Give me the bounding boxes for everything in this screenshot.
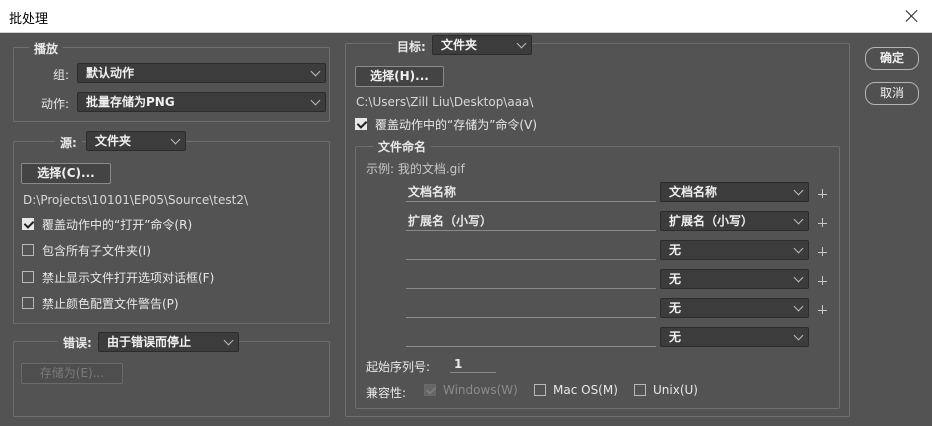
naming-select-1[interactable]: 文档名称 (660, 182, 809, 202)
naming-select-3-value: 无 (669, 243, 682, 257)
include-subfolders-checkbox[interactable] (22, 244, 34, 256)
naming-select-6-value: 无 (669, 330, 682, 344)
destination-select-value: 文件夹 (441, 38, 478, 52)
action-select[interactable]: 批量存储为PNG (77, 92, 326, 112)
suppress-color-warnings-checkbox[interactable] (22, 297, 34, 309)
play-legend: 播放 (29, 40, 64, 57)
naming-select-6[interactable]: 无 (660, 327, 809, 347)
chevron-down-icon (223, 335, 234, 346)
naming-field-3[interactable] (406, 241, 656, 260)
file-naming-legend: 文件命名 (373, 138, 432, 155)
compat-unix-label: Unix(U) (653, 383, 698, 397)
suppress-color-warnings-label: 禁止颜色配置文件警告(P) (42, 297, 179, 311)
chevron-down-icon (793, 301, 804, 312)
chevron-down-icon (793, 214, 804, 225)
naming-field-1[interactable]: 文档名称 (406, 183, 656, 202)
action-select-value: 批量存储为PNG (86, 95, 175, 109)
compatibility-label: 兼容性: (366, 386, 407, 400)
chevron-down-icon (516, 38, 527, 49)
source-label: 源: (55, 134, 82, 151)
errors-label: 错误: (58, 334, 97, 351)
suppress-open-options-checkbox[interactable] (22, 271, 34, 283)
source-choose-button[interactable]: 选择(C)... (21, 163, 111, 184)
naming-field-2[interactable]: 扩展名（小写） (406, 212, 656, 231)
naming-select-2[interactable]: 扩展名（小写） (660, 211, 809, 231)
save-as-button[interactable]: 存储为(E)... (21, 363, 123, 384)
add-icon[interactable] (818, 247, 828, 257)
start-serial-input[interactable]: 1 (450, 355, 496, 373)
override-open-checkbox[interactable] (22, 218, 34, 230)
group-label: 组: (53, 68, 70, 82)
override-save-as-checkbox[interactable] (355, 118, 367, 130)
naming-example: 示例: 我的文档.gif (366, 162, 465, 176)
chevron-down-icon (310, 95, 321, 106)
naming-select-1-value: 文档名称 (669, 185, 718, 199)
include-subfolders-label: 包含所有子文件夹(I) (42, 244, 151, 258)
add-icon[interactable] (818, 305, 828, 315)
group-select-value: 默认动作 (86, 66, 135, 80)
chevron-down-icon (793, 330, 804, 341)
window-title: 批处理 (9, 12, 49, 27)
source-select-value: 文件夹 (95, 134, 132, 148)
chevron-down-icon (793, 243, 804, 254)
chevron-down-icon (793, 185, 804, 196)
destination-path: C:\Users\Zill Liu\Desktop\aaa\ (356, 95, 534, 109)
group-select[interactable]: 默认动作 (77, 63, 326, 83)
start-serial-label: 起始序列号: (366, 360, 431, 374)
compat-mac-checkbox[interactable] (534, 384, 546, 396)
destination-select[interactable]: 文件夹 (432, 35, 532, 55)
chevron-down-icon (793, 272, 804, 283)
naming-select-4-value: 无 (669, 272, 682, 286)
source-path: D:\Projects\10101\EP05\Source\test2\ (23, 193, 249, 207)
naming-field-4[interactable] (406, 270, 656, 289)
naming-select-5[interactable]: 无 (660, 298, 809, 318)
errors-select-value: 由于错误而停止 (107, 335, 192, 349)
compat-windows-label: Windows(W) (443, 383, 518, 397)
naming-field-5[interactable] (406, 299, 656, 318)
compat-windows-checkbox[interactable] (424, 384, 436, 396)
title-bar: 批处理 (0, 0, 932, 33)
chevron-down-icon (170, 134, 181, 145)
add-icon[interactable] (818, 218, 828, 228)
naming-select-4[interactable]: 无 (660, 269, 809, 289)
errors-select[interactable]: 由于错误而停止 (98, 332, 239, 352)
source-select[interactable]: 文件夹 (86, 131, 186, 151)
add-icon[interactable] (818, 276, 828, 286)
compat-unix-checkbox[interactable] (634, 384, 646, 396)
chevron-down-icon (310, 66, 321, 77)
destination-label: 目标: (392, 38, 431, 55)
naming-select-5-value: 无 (669, 301, 682, 315)
naming-field-6[interactable] (406, 328, 656, 347)
add-icon[interactable] (818, 189, 828, 199)
naming-select-2-value: 扩展名（小写） (669, 214, 754, 228)
override-open-label: 覆盖动作中的“打开”命令(R) (42, 218, 193, 232)
naming-select-3[interactable]: 无 (660, 240, 809, 260)
ok-button[interactable]: 确定 (865, 47, 919, 70)
cancel-button[interactable]: 取消 (865, 82, 919, 105)
destination-choose-button[interactable]: 选择(H)... (355, 66, 444, 87)
action-label: 动作: (41, 97, 70, 111)
close-icon[interactable] (900, 4, 924, 28)
compat-mac-label: Mac OS(M) (553, 383, 618, 397)
override-save-as-label: 覆盖动作中的“存储为”命令(V) (375, 118, 538, 132)
suppress-open-options-label: 禁止显示文件打开选项对话框(F) (42, 271, 215, 285)
